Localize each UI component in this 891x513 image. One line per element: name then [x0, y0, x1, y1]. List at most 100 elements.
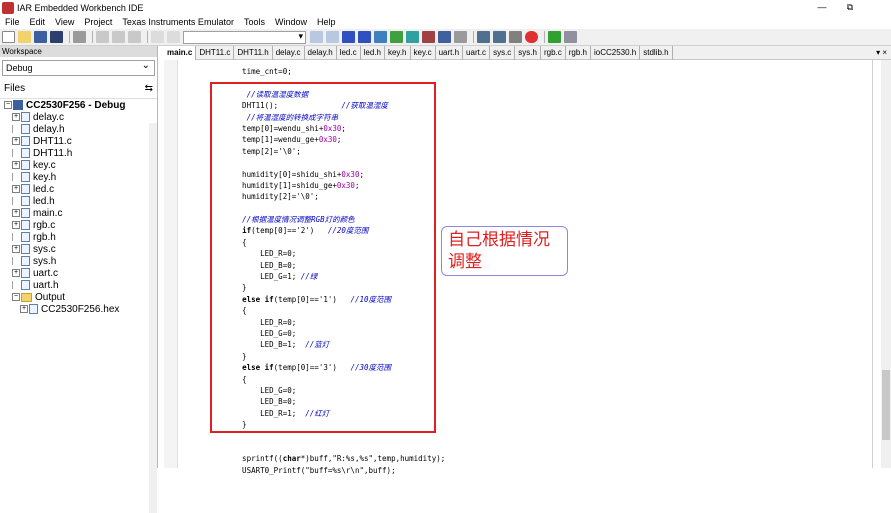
redo-icon[interactable]	[167, 31, 180, 43]
menu-bar: File Edit View Project Texas Instruments Emu…	[0, 15, 891, 29]
save-icon[interactable]	[34, 31, 47, 43]
tree-expander-icon[interactable]	[12, 257, 20, 265]
menu-project[interactable]: Project	[79, 17, 117, 27]
tree-expander-icon[interactable]: +	[12, 137, 20, 145]
toggle-breakpoint-icon[interactable]	[438, 31, 451, 43]
make-icon[interactable]	[406, 31, 419, 43]
tree-item[interactable]: + key.c	[0, 159, 157, 171]
tree-item[interactable]: DHT11.h	[0, 147, 157, 159]
stop-build-icon[interactable]	[422, 31, 435, 43]
goto-icon[interactable]	[374, 31, 387, 43]
undo-icon[interactable]	[151, 31, 164, 43]
editor-scrollbar[interactable]	[881, 60, 891, 468]
tab-iocc2530-h[interactable]: ioCC2530.h	[591, 45, 641, 60]
tree-expander-icon[interactable]	[12, 233, 20, 241]
memory-icon[interactable]	[493, 31, 506, 43]
tab-dht11-c[interactable]: DHT11.c	[196, 45, 235, 60]
tab-stdlib-h[interactable]: stdlib.h	[640, 45, 673, 60]
tree-expander-icon[interactable]: +	[12, 209, 20, 217]
tab-led-c[interactable]: led.c	[337, 45, 361, 60]
tree-item-label: delay.c	[33, 111, 64, 123]
menu-view[interactable]: View	[50, 17, 79, 27]
new-file-icon[interactable]	[2, 31, 15, 43]
print-icon[interactable]	[73, 31, 86, 43]
compile-icon[interactable]	[390, 31, 403, 43]
tree-item[interactable]: rgb.h	[0, 231, 157, 243]
tree-expander-icon[interactable]	[12, 149, 20, 157]
breakpoint-icon[interactable]	[525, 31, 538, 43]
tree-item[interactable]: − CC2530F256 - Debug	[0, 99, 157, 111]
tree-item[interactable]: sys.h	[0, 255, 157, 267]
tree-item[interactable]: + rgb.c	[0, 219, 157, 231]
menu-edit[interactable]: Edit	[25, 17, 51, 27]
menu-file[interactable]: File	[0, 17, 25, 27]
tab-sys-h[interactable]: sys.h	[515, 45, 541, 60]
tree-expander-icon[interactable]: +	[12, 113, 20, 121]
copy-icon[interactable]	[112, 31, 125, 43]
tab-uart-h[interactable]: uart.h	[436, 45, 464, 60]
tree-item[interactable]: + delay.c	[0, 111, 157, 123]
tree-expander-icon[interactable]: −	[12, 293, 20, 301]
tree-item[interactable]: uart.h	[0, 279, 157, 291]
open-folder-icon[interactable]	[18, 31, 31, 43]
minimize-button[interactable]: —	[808, 0, 836, 15]
tree-expander-icon[interactable]: +	[12, 245, 20, 253]
tab-main-c[interactable]: main.c	[164, 45, 197, 60]
tree-expander-icon[interactable]: +	[20, 305, 28, 313]
disassembly-icon[interactable]	[477, 31, 490, 43]
tree-item[interactable]: + sys.c	[0, 243, 157, 255]
find-combo[interactable]	[183, 30, 306, 44]
paste-icon[interactable]	[128, 31, 141, 43]
find-next-icon[interactable]	[326, 31, 339, 43]
workspace-scrollbar[interactable]	[149, 123, 157, 513]
find-icon[interactable]	[310, 31, 323, 43]
menu-help[interactable]: Help	[312, 17, 341, 27]
editor-scrollbar-thumb[interactable]	[882, 370, 890, 440]
tree-expander-icon[interactable]: +	[12, 221, 20, 229]
tab-key-h[interactable]: key.h	[385, 45, 411, 60]
menu-texas-instruments-emulator[interactable]: Texas Instruments Emulator	[117, 17, 239, 27]
tree-item[interactable]: − Output	[0, 291, 157, 303]
tab-controls[interactable]: ▾ ×	[876, 46, 887, 60]
tree-item-label: led.c	[33, 183, 55, 195]
tree-expander-icon[interactable]	[12, 197, 20, 205]
configuration-select[interactable]: Debug	[2, 59, 155, 76]
download-debug-icon[interactable]	[548, 31, 561, 43]
tree-item[interactable]: + CC2530F256.hex	[0, 303, 157, 315]
tab-delay-h[interactable]: delay.h	[305, 45, 337, 60]
file-icon	[21, 196, 30, 206]
tree-expander-icon[interactable]	[12, 281, 20, 289]
tree-item[interactable]: + uart.c	[0, 267, 157, 279]
tree-expander-icon[interactable]: +	[12, 269, 20, 277]
tab-uart-c[interactable]: uart.c	[463, 45, 491, 60]
tree-item[interactable]: + DHT11.c	[0, 135, 157, 147]
restore-button[interactable]: ⧉	[836, 0, 864, 15]
tree-expander-icon[interactable]	[12, 125, 20, 133]
bookmark-icon[interactable]	[342, 31, 355, 43]
tree-expander-icon[interactable]	[12, 173, 20, 181]
tree-item[interactable]: delay.h	[0, 123, 157, 135]
files-options-icon[interactable]: ⇆	[145, 83, 153, 94]
tree-expander-icon[interactable]: +	[12, 185, 20, 193]
menu-window[interactable]: Window	[270, 17, 312, 27]
tab-rgb-c[interactable]: rgb.c	[541, 45, 566, 60]
tree-expander-icon[interactable]: −	[4, 101, 12, 109]
tab-delay-c[interactable]: delay.c	[273, 45, 305, 60]
tab-led-h[interactable]: led.h	[361, 45, 385, 60]
menu-tools[interactable]: Tools	[239, 17, 270, 27]
tab-sys-c[interactable]: sys.c	[490, 45, 516, 60]
tree-item[interactable]: + main.c	[0, 207, 157, 219]
tree-item[interactable]: led.h	[0, 195, 157, 207]
tab-rgb-h[interactable]: rgb.h	[566, 45, 591, 60]
bookmark-next-icon[interactable]	[358, 31, 371, 43]
tree-item[interactable]: + led.c	[0, 183, 157, 195]
tree-expander-icon[interactable]: +	[12, 161, 20, 169]
tab-dht11-h[interactable]: DHT11.h	[234, 45, 273, 60]
debug-without-download-icon[interactable]	[564, 31, 577, 43]
cut-icon[interactable]	[96, 31, 109, 43]
debug-options-icon[interactable]	[454, 31, 467, 43]
register-icon[interactable]	[509, 31, 522, 43]
tab-key-c[interactable]: key.c	[411, 45, 436, 60]
tree-item[interactable]: key.h	[0, 171, 157, 183]
save-all-icon[interactable]	[50, 31, 63, 43]
